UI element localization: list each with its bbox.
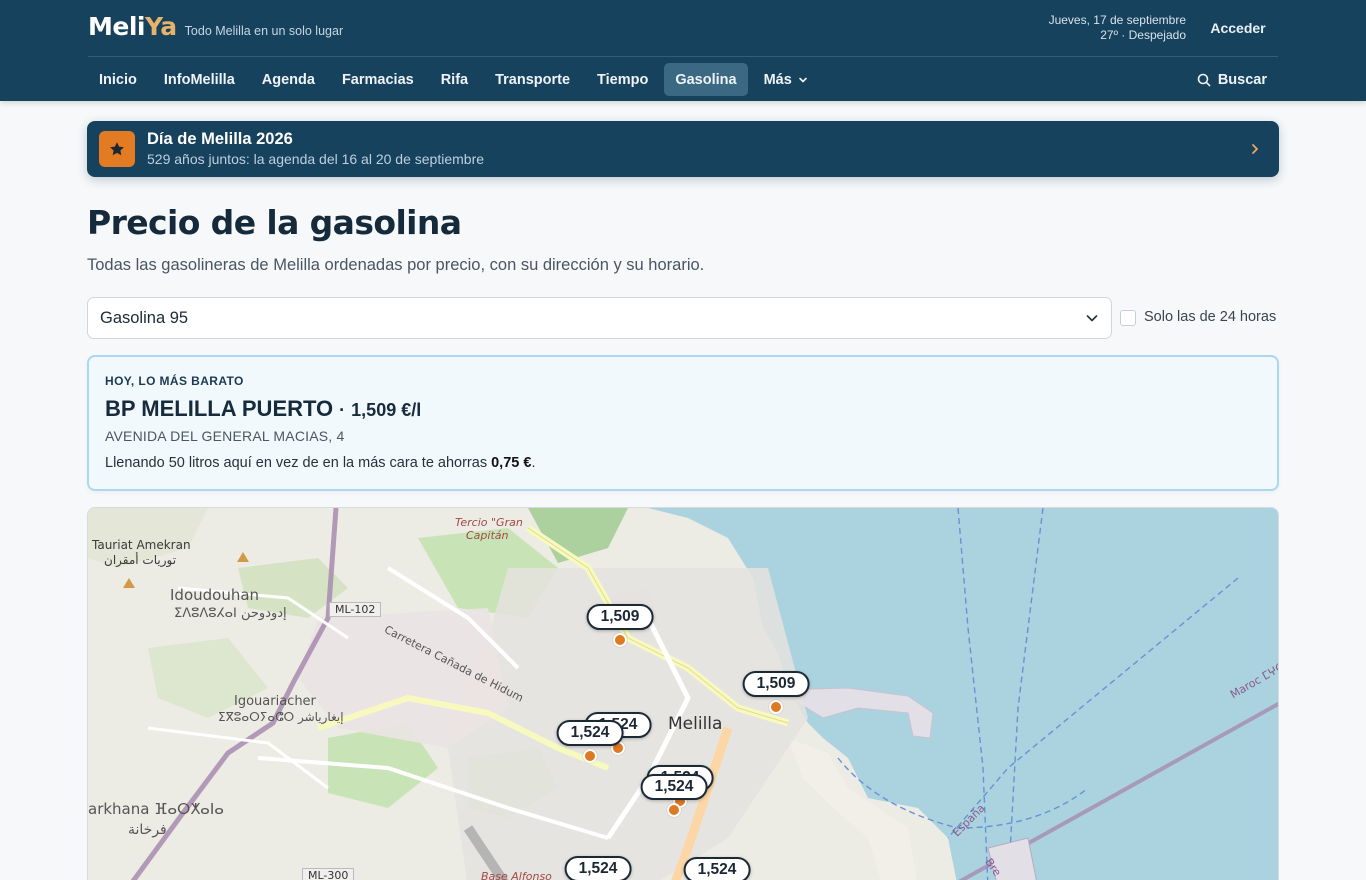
star-icon xyxy=(99,131,135,167)
nav-item-farmacias[interactable]: Farmacias xyxy=(331,63,425,96)
page-title: Precio de la gasolina xyxy=(87,203,462,242)
station-price: 1,509 €/l xyxy=(351,400,422,420)
map-label-ml300: ML-300 xyxy=(302,868,355,880)
tagline: Todo Melilla en un solo lugar xyxy=(184,24,344,38)
nav-item-infomelilla[interactable]: InfoMelilla xyxy=(153,63,246,96)
only-24h-checkbox[interactable] xyxy=(1120,310,1136,326)
logo-text-ya: Ya xyxy=(144,12,177,41)
map-label-idoudouhan: Idoudouhan xyxy=(170,586,260,604)
map-label-tauriat-ar: توريات أمقران xyxy=(104,553,177,567)
fuel-select[interactable]: Gasolina 95 xyxy=(87,297,1112,339)
search-button[interactable]: Buscar xyxy=(1197,63,1267,96)
map-label-melilla: Melilla xyxy=(668,714,723,734)
chevron-down-icon xyxy=(798,75,808,85)
station-name: BP MELILLA PUERTO xyxy=(105,396,334,421)
nav-item-mas[interactable]: Más xyxy=(753,63,819,96)
stations-map[interactable]: Tauriat Amekran توريات أمقران Idoudouhan… xyxy=(87,507,1279,880)
station-price-label: 1,524 xyxy=(556,720,624,746)
station-price-label: 1,524 xyxy=(683,857,751,880)
banner-subtitle: 529 años juntos: la agenda del 16 al 20 … xyxy=(147,151,485,167)
chevron-right-icon xyxy=(1249,141,1261,157)
map-label-igouariacher-alt: ⵉⴳⵓⴰⵔⵢⴰⵛⵔ إيغارياشر xyxy=(218,710,344,724)
nav-more-label: Más xyxy=(763,71,792,88)
cheapest-station-heading: BP MELILLA PUERTO · 1,509 €/l xyxy=(105,396,421,422)
saving-amount: 0,75 € xyxy=(491,455,532,471)
saving-prefix: Llenando 50 litros aquí en vez de en la … xyxy=(105,455,488,471)
station-dot xyxy=(769,700,783,714)
site-header: MeliYa Todo Melilla en un solo lugar Jue… xyxy=(0,0,1366,101)
nav-item-gasolina[interactable]: Gasolina xyxy=(664,63,748,96)
brand: MeliYa Todo Melilla en un solo lugar xyxy=(88,12,343,41)
current-weather: 27º · Despejado xyxy=(1100,28,1186,42)
banner-title: Día de Melilla 2026 xyxy=(147,130,293,148)
logo-text-meli: Meli xyxy=(88,12,145,41)
search-icon xyxy=(1197,73,1211,86)
date-weather: Jueves, 17 de septiembre 27º · Despejado xyxy=(1049,13,1186,43)
nav-item-agenda[interactable]: Agenda xyxy=(251,63,326,96)
map-label-tauriat: Tauriat Amekran xyxy=(92,538,191,552)
map-label-farkhana: arkhana ⴼⴰⵔⵅⴰⵏⴰ xyxy=(88,800,224,818)
map-label-ml102: ML-102 xyxy=(329,602,382,617)
logo[interactable]: MeliYa xyxy=(88,12,177,41)
saving-suffix: . xyxy=(531,455,536,471)
nav-item-transporte[interactable]: Transporte xyxy=(484,63,581,96)
station-price-label: 1,509 xyxy=(742,671,810,697)
station-price-label: 1,524 xyxy=(564,856,632,880)
map-label-igouariacher: Igouariacher xyxy=(234,694,316,709)
station-dot xyxy=(583,749,597,763)
login-button[interactable]: Acceder xyxy=(1198,10,1278,46)
map-label-farkhana-ar: فرخانة xyxy=(128,822,167,838)
station-price-label: 1,509 xyxy=(586,604,654,630)
cheapest-station-card[interactable]: HOY, LO MÁS BARATO BP MELILLA PUERTO · 1… xyxy=(87,355,1279,491)
page-lead: Todas las gasolineras de Melilla ordenad… xyxy=(87,256,705,274)
station-dot xyxy=(613,633,627,647)
map-label-idoudouhan-alt: ⵉⴷⵓⴷⵓⵃⴰⵏ إدودوحن xyxy=(174,606,287,621)
search-label: Buscar xyxy=(1217,71,1267,88)
header-divider xyxy=(88,56,1278,57)
station-address: AVENIDA DEL GENERAL MACIAS, 4 xyxy=(105,428,345,444)
fuel-select-value: Gasolina 95 xyxy=(100,308,189,327)
station-dot xyxy=(667,803,681,817)
map-label-tercio: Tercio "Gran xyxy=(455,516,523,529)
map-label-base-alfonso: Base Alfonso xyxy=(481,870,552,880)
cheapest-kicker: HOY, LO MÁS BARATO xyxy=(105,374,244,388)
separator: · xyxy=(339,400,346,420)
saving-text: Llenando 50 litros aquí en vez de en la … xyxy=(105,455,535,471)
main-nav: Inicio InfoMelilla Agenda Farmacias Rifa… xyxy=(88,63,819,96)
only-24h-label[interactable]: Solo las de 24 horas xyxy=(1144,309,1276,325)
chevron-down-icon xyxy=(1086,315,1098,322)
current-date: Jueves, 17 de septiembre xyxy=(1048,13,1186,27)
nav-item-rifa[interactable]: Rifa xyxy=(430,63,479,96)
nav-item-tiempo[interactable]: Tiempo xyxy=(586,63,659,96)
station-price-label: 1,524 xyxy=(640,774,708,800)
event-banner[interactable]: Día de Melilla 2026 529 años juntos: la … xyxy=(87,121,1279,177)
nav-item-inicio[interactable]: Inicio xyxy=(88,63,148,96)
map-label-capitan: Capitán xyxy=(466,529,509,542)
